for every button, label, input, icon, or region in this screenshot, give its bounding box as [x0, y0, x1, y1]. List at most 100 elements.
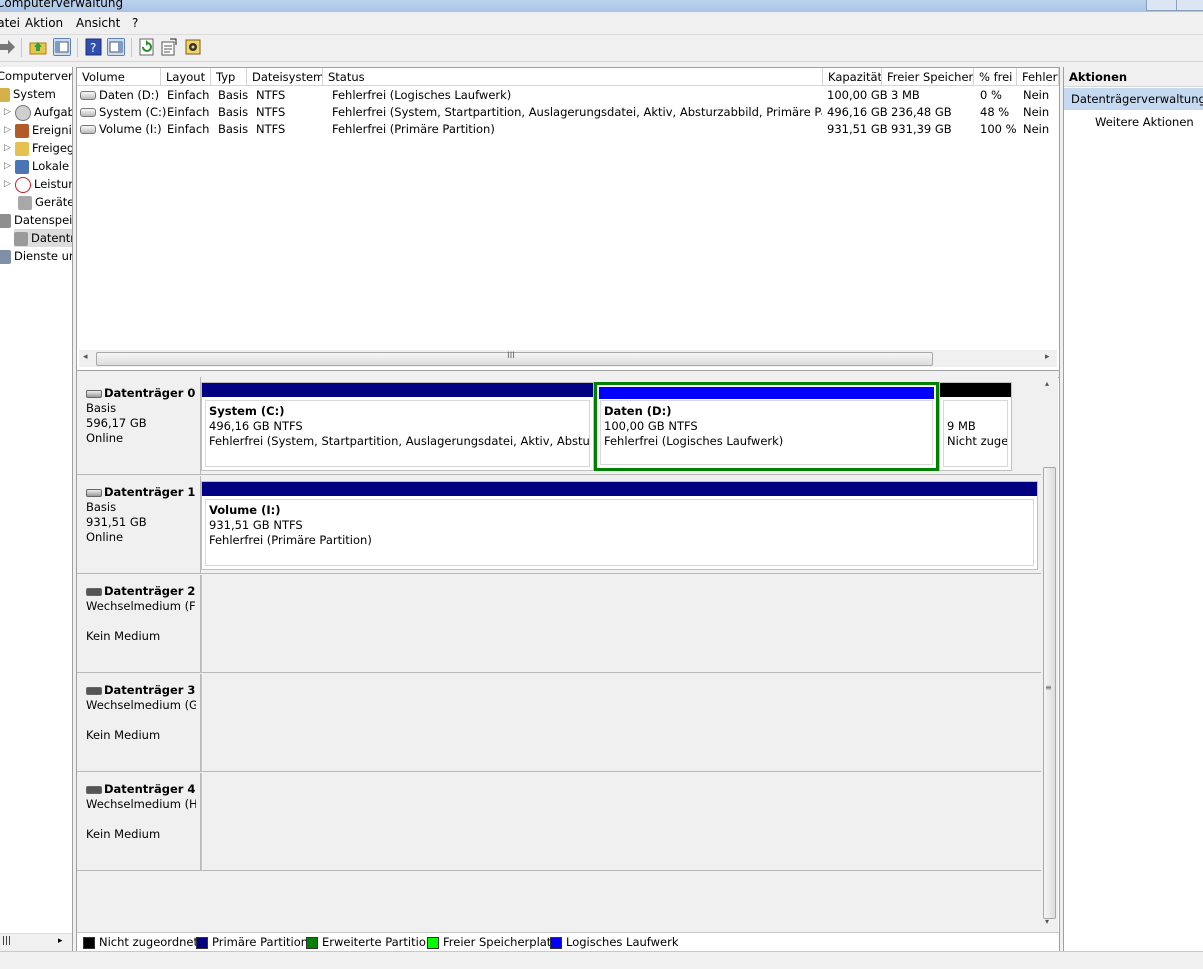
menu-help[interactable]: ? [132, 16, 138, 30]
column-header-freier-speicher[interactable]: Freier Speicher [882, 68, 974, 86]
tree-item-ereignisanzeige[interactable]: Ereignisanzeige [15, 121, 72, 139]
scroll-thumb[interactable]: III [96, 351, 933, 366]
tools-icon [0, 87, 10, 102]
expand-arrow-icon[interactable]: ▷ [4, 107, 11, 117]
refresh-icon[interactable] [138, 38, 156, 56]
legend-swatch [196, 936, 208, 949]
status-bar [0, 951, 1203, 969]
table-row[interactable]: Daten (D:) Einfach Basis NTFS Fehlerfrei… [77, 87, 1059, 104]
partition-c[interactable]: System (C:) 496,16 GB NTFS Fehlerfrei (S… [201, 382, 594, 471]
expand-arrow-icon[interactable]: ▷ [4, 161, 11, 171]
disk-4-label[interactable]: Datenträger 4 Wechselmedium (H:) Kein Me… [77, 773, 201, 871]
storage-icon [0, 213, 11, 228]
help-icon[interactable]: ? [85, 38, 103, 56]
column-header-layout[interactable]: Layout [161, 68, 211, 86]
console-tree: Computerverwaltung System ▷ Aufgabenplan… [0, 67, 73, 951]
legend-swatch [306, 936, 318, 949]
hard-disk-icon [86, 389, 102, 398]
expand-arrow-icon[interactable]: ▷ [4, 179, 11, 189]
tree-item-datentraegerverwaltung[interactable]: Datenträgerverwaltung [14, 229, 72, 247]
tree-item-root[interactable]: Computerverwaltung [0, 67, 72, 85]
legend-item: Logisches Laufwerk [550, 935, 679, 949]
partition-unallocated[interactable]: 9 MB Nicht zugeordnet [939, 382, 1012, 471]
users-icon [15, 159, 29, 174]
scroll-right-arrow-icon[interactable]: ▸ [1045, 352, 1050, 362]
column-header-status[interactable]: Status [323, 68, 823, 86]
table-row[interactable]: Volume (I:) Einfach Basis NTFS Fehlerfre… [77, 121, 1059, 138]
shared-folder-icon [15, 141, 29, 156]
column-header-typ[interactable]: Typ [211, 68, 247, 86]
close-button[interactable] [1176, 0, 1203, 11]
menu-ansicht[interactable]: Ansicht [76, 16, 120, 30]
tree-item-datenspeicher[interactable]: Datenspeicher [0, 211, 72, 229]
partition-d[interactable]: Daten (D:) 100,00 GB NTFS Fehlerfrei (Lo… [594, 382, 939, 471]
menu-bar: Datei Aktion Ansicht ? [0, 12, 1203, 35]
scroll-thumb[interactable]: ≡ [1043, 467, 1056, 919]
tree-item-dienste[interactable]: Dienste und Anwendungen [0, 247, 72, 265]
scroll-up-arrow-icon[interactable]: ▴ [1045, 379, 1049, 388]
toolbar-separator [21, 38, 22, 57]
menu-datei[interactable]: Datei [0, 16, 20, 30]
disk-map-vertical-scrollbar[interactable]: ▴ ≡ ▾ [1041, 377, 1058, 932]
legend-item: Nicht zugeordnet [83, 935, 198, 949]
column-header-volume[interactable]: Volume [77, 68, 161, 86]
disk-2-label[interactable]: Datenträger 2 Wechselmedium (F:) Kein Me… [77, 575, 201, 673]
expand-arrow-icon[interactable]: ▷ [4, 125, 11, 135]
legend-swatch [427, 936, 439, 949]
disk-4-empty-area [201, 773, 1042, 871]
scroll-left-arrow-icon[interactable]: ◂ [83, 352, 88, 362]
tree-horizontal-scrollbar[interactable]: ||| ▸ [0, 933, 72, 951]
event-viewer-icon [15, 123, 29, 138]
removable-disk-icon [86, 686, 102, 695]
disk-1-label[interactable]: Datenträger 1 Basis 931,51 GB Online [77, 476, 201, 574]
performance-icon [15, 176, 31, 193]
drive-icon [80, 108, 96, 117]
svg-text:?: ? [90, 41, 96, 55]
disk-0-label[interactable]: Datenträger 0 Basis 596,17 GB Online [77, 377, 201, 475]
expand-arrow-icon[interactable]: ▷ [4, 143, 11, 153]
column-header-prozent-frei[interactable]: % frei [974, 68, 1017, 86]
services-icon [0, 249, 11, 264]
scroll-right-arrow-icon[interactable]: ▸ [58, 936, 63, 946]
table-horizontal-scrollbar[interactable]: ◂ III ▸ [79, 350, 1057, 367]
show-hide-action-pane-icon[interactable] [107, 38, 125, 56]
disk-map: Datenträger 0 Basis 596,17 GB Online Sys… [77, 377, 1042, 932]
tree-item-freigegebene-ordner[interactable]: Freigegebene Ordner [15, 139, 72, 157]
drive-icon [80, 125, 96, 134]
up-folder-icon[interactable] [29, 38, 47, 56]
actions-title: Aktionen [1064, 67, 1203, 87]
minimize-button[interactable] [1146, 0, 1178, 11]
disk-3-empty-area [201, 674, 1042, 772]
actions-section-datentraegerverwaltung[interactable]: Datenträgerverwaltung [1064, 88, 1203, 110]
actions-pane: Aktionen Datenträgerverwaltung Weitere A… [1063, 67, 1203, 951]
tree-item-system[interactable]: System [0, 85, 56, 103]
legend-swatch [550, 936, 562, 949]
disk-management-icon [14, 231, 28, 246]
logical-drive-bar [599, 387, 934, 399]
window-title: Computerverwaltung [0, 0, 124, 10]
tree-item-leistung[interactable]: Leistung [15, 175, 72, 193]
tree-item-geraete-manager[interactable]: Geräte-Manager [18, 193, 72, 211]
scroll-grip-icon: ||| [2, 936, 12, 946]
tree-item-aufgabenplanung[interactable]: Aufgabenplanung [15, 103, 72, 121]
clock-icon [15, 104, 31, 121]
column-header-kapazitaet[interactable]: Kapazität [823, 68, 882, 86]
column-header-fehlertoleranz[interactable]: Fehlertoleranz [1017, 68, 1059, 86]
removable-disk-icon [86, 587, 102, 596]
disk-3-label[interactable]: Datenträger 3 Wechselmedium (G:) Kein Me… [77, 674, 201, 772]
table-row[interactable]: System (C:) Einfach Basis NTFS Fehlerfre… [77, 104, 1059, 121]
hard-disk-icon [86, 488, 102, 497]
properties-icon[interactable] [160, 38, 178, 56]
menu-aktion[interactable]: Aktion [25, 16, 63, 30]
scroll-down-arrow-icon[interactable]: ▾ [1045, 917, 1049, 926]
tree-item-lokale-benutzer[interactable]: Lokale Benutzer und Gruppen [15, 157, 72, 175]
forward-arrow-icon[interactable] [0, 38, 16, 56]
partition-i[interactable]: Volume (I:) 931,51 GB NTFS Fehlerfrei (P… [201, 481, 1038, 570]
disk-settings-icon[interactable] [184, 38, 202, 56]
show-hide-console-tree-icon[interactable] [53, 38, 71, 56]
legend: Nicht zugeordnet Primäre Partition Erwei… [77, 932, 1059, 951]
column-header-dateisystem[interactable]: Dateisystem [247, 68, 323, 86]
more-actions-link[interactable]: Weitere Aktionen [1095, 115, 1194, 129]
drive-icon [80, 91, 96, 100]
disk-1-partitions: Volume (I:) 931,51 GB NTFS Fehlerfrei (P… [201, 476, 1041, 574]
